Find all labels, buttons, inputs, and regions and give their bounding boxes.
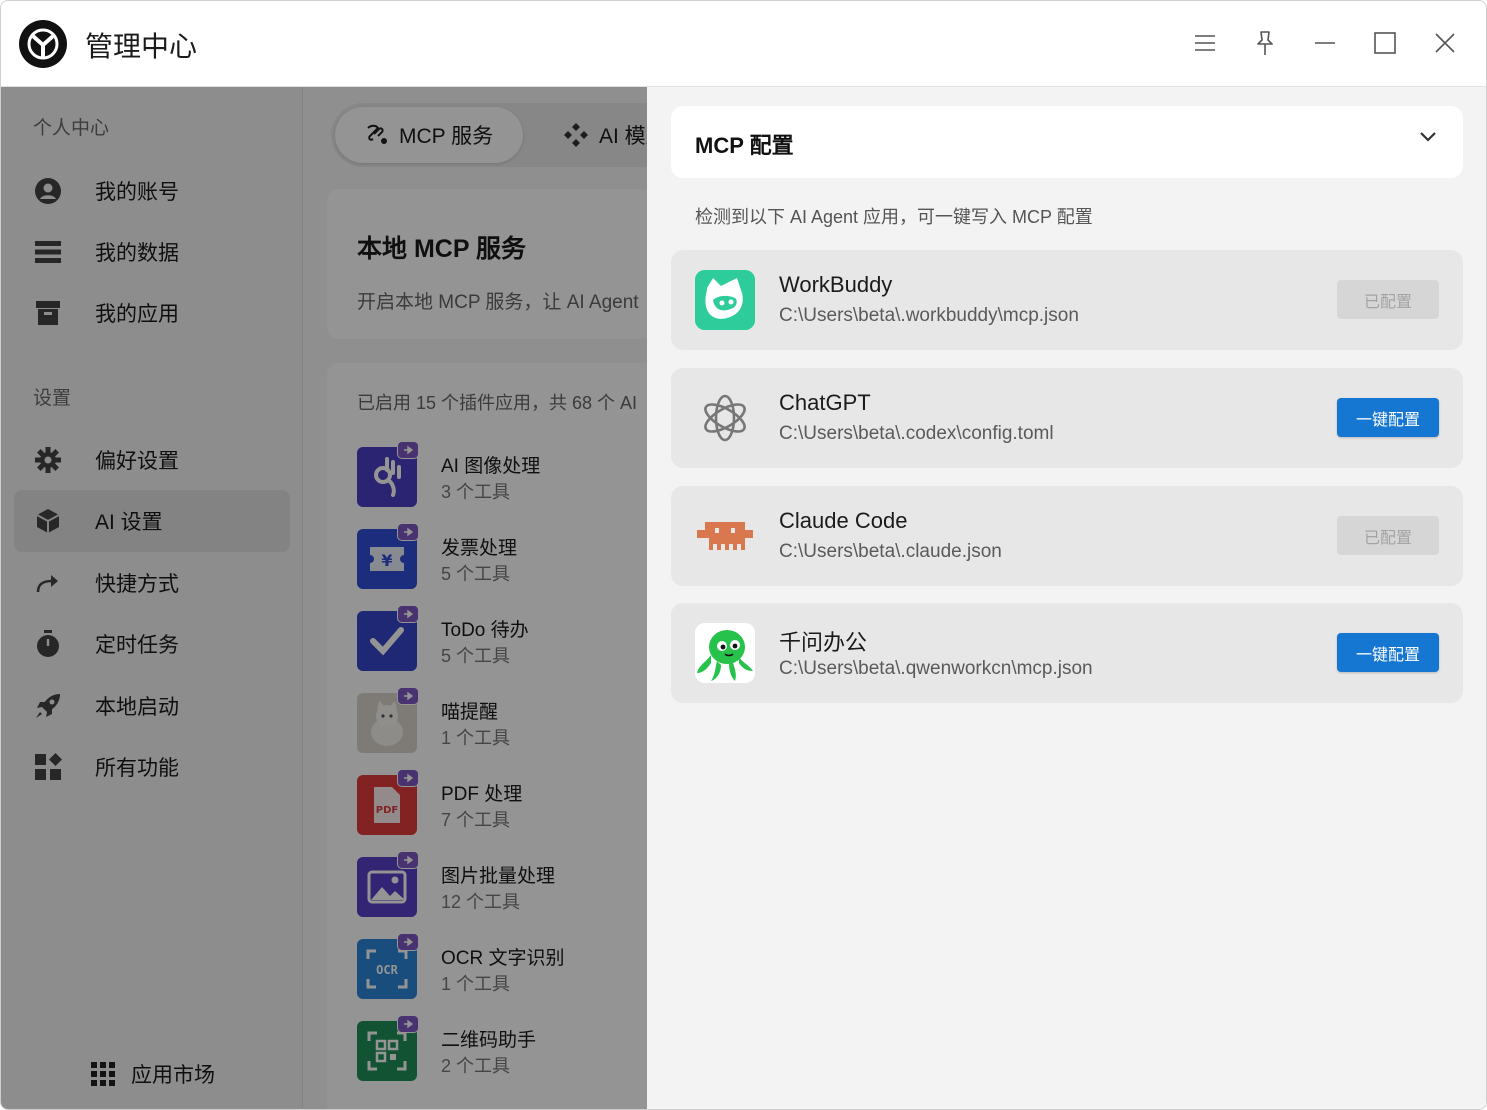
agent-config-path: C:\Users\beta\.claude.json: [779, 541, 1002, 562]
pin-icon: [1257, 31, 1273, 55]
agent-row-chatgpt: ChatGPT C:\Users\beta\.codex\config.toml…: [671, 368, 1463, 468]
minimize-button[interactable]: [1305, 23, 1345, 63]
title-bar: 管理中心: [1, 1, 1486, 87]
pin-button[interactable]: [1245, 23, 1285, 63]
close-button[interactable]: [1425, 23, 1465, 63]
mcp-config-title: MCP 配置: [695, 133, 794, 158]
agent-name: 千问办公: [779, 630, 868, 655]
agent-name: WorkBuddy: [779, 272, 893, 297]
agent-config-path: C:\Users\beta\.codex\config.toml: [779, 423, 1054, 444]
one-click-config-button[interactable]: 一键配置: [1337, 633, 1439, 672]
maximize-icon: [1374, 32, 1396, 54]
configured-button[interactable]: 已配置: [1337, 516, 1439, 555]
agent-row-qwen: 千问办公 C:\Users\beta\.qwenworkcn\mcp.json …: [671, 603, 1463, 703]
mcp-config-header[interactable]: MCP 配置: [671, 106, 1463, 178]
configured-button[interactable]: 已配置: [1337, 280, 1439, 319]
mcp-config-drawer: MCP 配置 检测到以下 AI Agent 应用，可一键写入 MCP 配置 Wo…: [647, 87, 1486, 1109]
close-icon: [1435, 33, 1455, 53]
maximize-button[interactable]: [1365, 23, 1405, 63]
window-title: 管理中心: [85, 31, 198, 62]
workbuddy-icon: [695, 270, 755, 330]
minimize-icon: [1315, 42, 1335, 44]
menu-icon: [1195, 35, 1215, 51]
detect-hint: 检测到以下 AI Agent 应用，可一键写入 MCP 配置: [695, 207, 1093, 227]
modal-backdrop[interactable]: [1, 87, 647, 1109]
agent-name: Claude Code: [779, 508, 908, 533]
chatgpt-icon: [695, 388, 755, 448]
agent-config-path: C:\Users\beta\.workbuddy\mcp.json: [779, 305, 1079, 326]
chevron-down-icon: [1419, 130, 1437, 148]
qwen-octopus-icon: [695, 623, 755, 683]
one-click-config-button[interactable]: 一键配置: [1337, 398, 1439, 437]
agent-config-path: C:\Users\beta\.qwenworkcn\mcp.json: [779, 658, 1093, 679]
app-window: 管理中心 个人中心 我的账号 我的数据 我的应用 设置 偏好设置 AI 设置 快…: [0, 0, 1487, 1110]
agent-row-workbuddy: WorkBuddy C:\Users\beta\.workbuddy\mcp.j…: [671, 250, 1463, 350]
menu-button[interactable]: [1185, 23, 1225, 63]
agent-name: ChatGPT: [779, 390, 871, 415]
app-logo-icon: [19, 20, 67, 68]
claude-code-icon: [695, 506, 755, 566]
agent-row-claude-code: Claude Code C:\Users\beta\.claude.json 已…: [671, 486, 1463, 586]
